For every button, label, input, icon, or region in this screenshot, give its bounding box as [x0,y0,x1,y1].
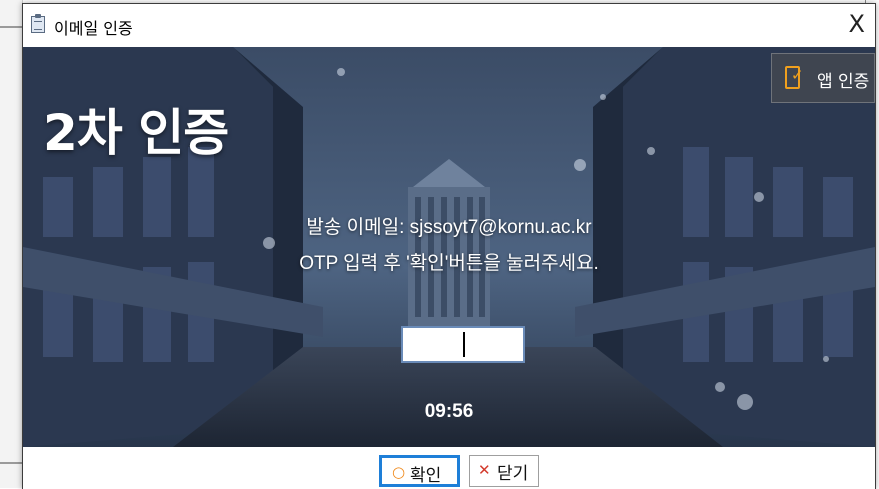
button-bar: ○ 확인 ✕ 닫기 [23,447,875,489]
close-window-button[interactable]: X [849,10,865,38]
confirm-button-label: 확인 [410,466,442,486]
auth-background-scene: 2차 인증 앱 인증 발송 이메일: sjssoyt7@kornu.ac.kr … [23,47,875,447]
phone-check-icon [785,66,804,89]
email-document-icon [31,14,45,33]
x-icon: ✕ [478,461,491,479]
sent-email-message: 발송 이메일: sjssoyt7@kornu.ac.kr [306,217,592,238]
confirm-button[interactable]: ○ 확인 [379,455,460,487]
page-headline: 2차 인증 [43,104,229,162]
app-auth-label: 앱 인증 [817,72,870,92]
close-button-label: 닫기 [497,464,529,484]
otp-instruction-message: OTP 입력 후 '확인'버튼을 눌러주세요. [299,253,599,274]
title-bar: 이메일 인증 X [23,4,875,47]
close-button[interactable]: ✕ 닫기 [469,455,539,487]
app-auth-button[interactable]: 앱 인증 [771,53,875,103]
window-title: 이메일 인증 [54,19,133,38]
text-caret [463,332,465,357]
email-auth-dialog: 이메일 인증 X 2차 인증 ✓ 앱 인증 발송 이메일: sjssoyt7@k… [22,3,876,489]
circle-icon: ○ [392,463,406,481]
background-window-edge [0,0,23,488]
countdown-timer: 09:56 [424,401,474,422]
